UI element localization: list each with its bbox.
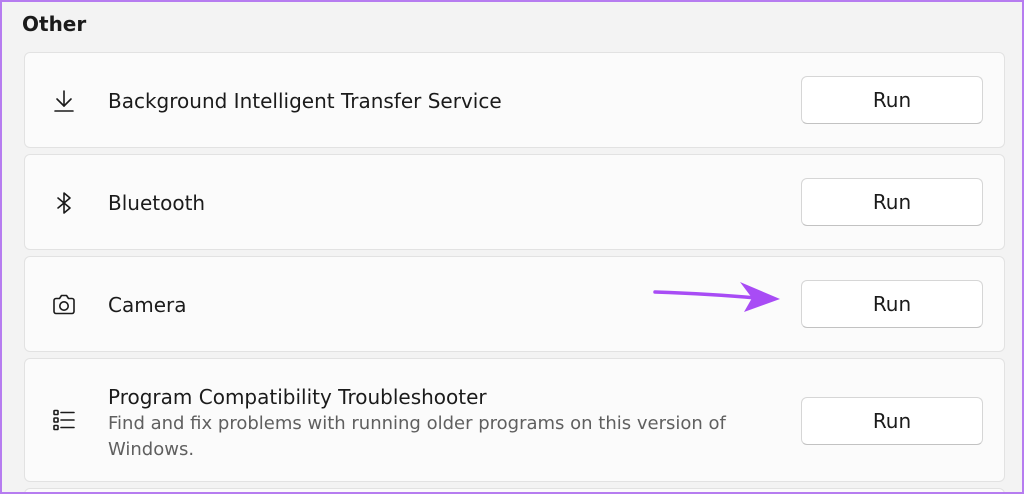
troubleshooter-label: Background Intelligent Transfer Service (108, 89, 502, 113)
run-button[interactable]: Run (801, 178, 983, 226)
section-title: Other (22, 12, 87, 36)
troubleshooters-panel: Other Background Intelligent Transfer Se… (0, 0, 1024, 494)
troubleshooter-label: Camera (108, 293, 187, 317)
troubleshooter-item-bits: Background Intelligent Transfer Service … (24, 52, 1005, 148)
troubleshooter-item-bluetooth: Bluetooth Run (24, 154, 1005, 250)
troubleshooter-item-next (24, 488, 1005, 492)
camera-icon (51, 292, 77, 318)
bluetooth-icon (51, 190, 77, 216)
run-button[interactable]: Run (801, 76, 983, 124)
troubleshooter-label: Bluetooth (108, 191, 206, 215)
troubleshooter-item-program-compatibility: Program Compatibility Troubleshooter Fin… (24, 358, 1005, 482)
troubleshooter-description: Find and fix problems with running older… (108, 413, 726, 460)
run-button[interactable]: Run (801, 280, 983, 328)
annotation-arrow-icon (653, 282, 780, 312)
troubleshooter-label: Program Compatibility Troubleshooter (108, 385, 487, 409)
troubleshooter-item-camera: Camera Run (24, 256, 1005, 352)
run-button[interactable]: Run (801, 397, 983, 445)
list-icon (51, 407, 77, 433)
download-icon (51, 88, 77, 114)
